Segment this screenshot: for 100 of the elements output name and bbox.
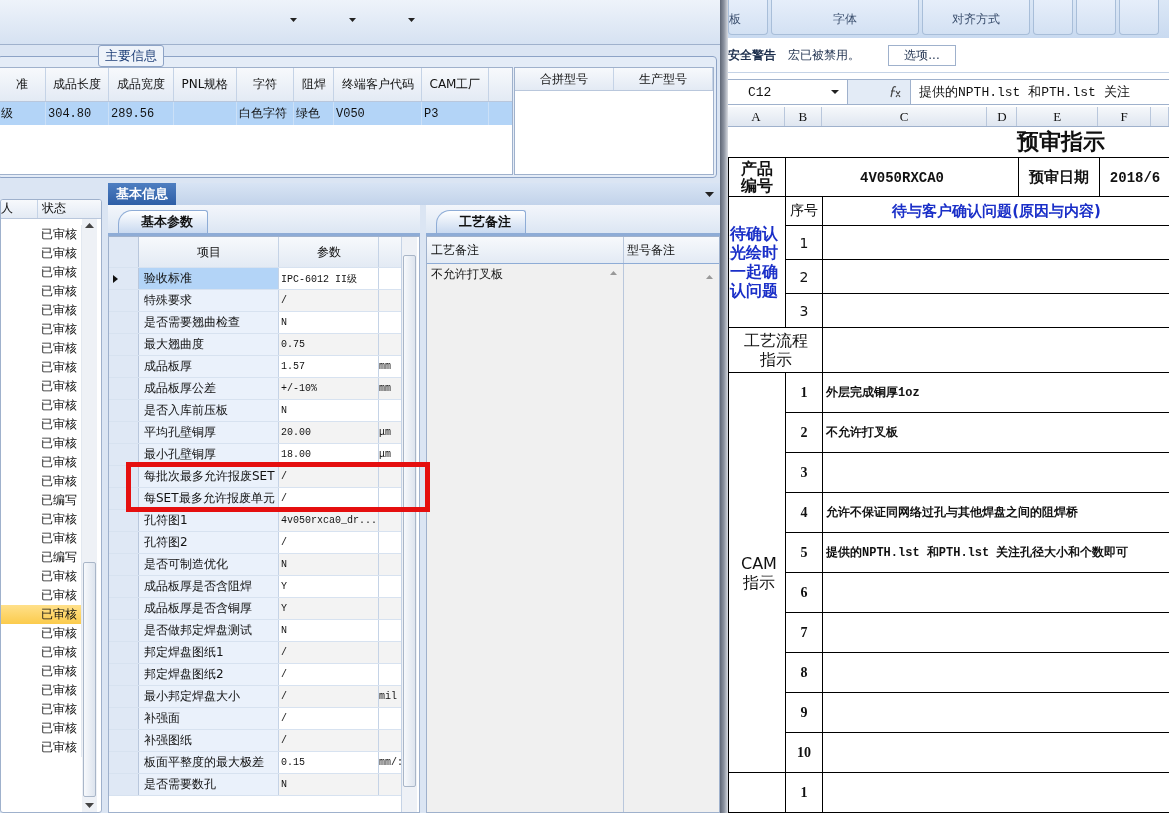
column-header[interactable]: 人: [1, 200, 38, 218]
function-icon[interactable]: [888, 86, 902, 98]
scrollbar[interactable]: [401, 237, 417, 812]
column-header[interactable]: F: [1098, 107, 1152, 126]
group-title: 主要信息: [98, 45, 164, 67]
column-header[interactable]: B: [784, 107, 822, 126]
column-header[interactable]: 准: [0, 68, 46, 101]
grid-row[interactable]: 板面平整度的最大极差 0.15 mm/:: [109, 752, 401, 774]
table-cell[interactable]: 每批次最多允许报废SET: [139, 466, 279, 487]
table-cell[interactable]: 特殊要求: [139, 290, 279, 311]
grid-row[interactable]: 邦定焊盘图纸2 /: [109, 664, 401, 686]
grid-row[interactable]: 最大翘曲度 0.75: [109, 334, 401, 356]
table-cell[interactable]: 是否做邦定焊盘测试: [139, 620, 279, 641]
table-cell: [379, 642, 401, 663]
grid-row[interactable]: 最小邦定焊盘大小 / mil: [109, 686, 401, 708]
table-cell[interactable]: 验收标准: [139, 268, 279, 289]
scroll-thumb[interactable]: [83, 562, 96, 797]
column-header[interactable]: 阻焊: [294, 68, 334, 101]
table-row[interactable]: 级 304.80 289.56 白色字符 绿色 V050 P3: [0, 102, 512, 125]
table-cell[interactable]: 是否需要翘曲检查: [139, 312, 279, 333]
row-number: 9: [800, 704, 808, 720]
column-header[interactable]: PNL规格: [174, 68, 237, 101]
table-cell[interactable]: 最大翘曲度: [139, 334, 279, 355]
table-cell: /: [279, 686, 379, 707]
table-cell[interactable]: 成品板厚: [139, 356, 279, 377]
table-cell[interactable]: 是否可制造优化: [139, 554, 279, 575]
instruction-text: 外层完成铜厚1oz: [826, 386, 920, 400]
grid-row[interactable]: 是否可制造优化 N: [109, 554, 401, 576]
options-button[interactable]: 选项...: [888, 44, 956, 66]
caret-icon[interactable]: [349, 18, 356, 22]
column-header[interactable]: 生产型号: [614, 68, 713, 90]
grid-row[interactable]: 验收标准 IPC-6012 II级: [109, 268, 401, 290]
column-header[interactable]: 型号备注: [624, 237, 719, 263]
table-cell[interactable]: 成品板厚公差: [139, 378, 279, 399]
column-header[interactable]: 工艺备注: [427, 237, 624, 263]
grid-row[interactable]: 补强图纸 /: [109, 730, 401, 752]
table-cell: /: [279, 532, 379, 553]
table-cell[interactable]: 成品板厚是否含铜厚: [139, 598, 279, 619]
grid-row[interactable]: 每批次最多允许报废SET /: [109, 466, 401, 488]
list-row[interactable]: 已审核: [1, 605, 82, 624]
grid-row[interactable]: 是否需要翘曲检查 N: [109, 312, 401, 334]
table-cell[interactable]: 最小邦定焊盘大小: [139, 686, 279, 707]
scroll-down-icon[interactable]: [85, 803, 94, 808]
grid-row[interactable]: 孔符图2 /: [109, 532, 401, 554]
table-cell[interactable]: 成品板厚是否含阻焊: [139, 576, 279, 597]
table-cell[interactable]: 邦定焊盘图纸2: [139, 664, 279, 685]
column-header[interactable]: E: [1017, 107, 1099, 126]
grid-row[interactable]: 成品板厚公差 +/-10% mm: [109, 378, 401, 400]
column-header[interactable]: 成品宽度: [109, 68, 174, 101]
name-box[interactable]: C12: [728, 80, 848, 104]
table-cell[interactable]: 是否入库前压板: [139, 400, 279, 421]
column-header[interactable]: 参数: [279, 237, 379, 267]
instruction-text: 不允许打叉板: [826, 426, 898, 440]
grid-row[interactable]: 成品板厚 1.57 mm: [109, 356, 401, 378]
table-cell[interactable]: 平均孔壁铜厚: [139, 422, 279, 443]
table-cell[interactable]: 每SET最多允许报废单元: [139, 488, 279, 509]
column-header[interactable]: D: [987, 107, 1018, 126]
grid-row[interactable]: 特殊要求 /: [109, 290, 401, 312]
instruction-text: 提供的NPTH.lst 和PTH.lst 关注孔径大小和个数即可: [826, 546, 1129, 560]
grid-row[interactable]: 平均孔壁铜厚 20.00 μm: [109, 422, 401, 444]
column-header[interactable]: 项目: [139, 237, 279, 267]
column-header: 序号: [790, 202, 818, 218]
caret-icon[interactable]: [831, 90, 839, 94]
column-header[interactable]: 合拼型号: [515, 68, 614, 90]
grid-row[interactable]: 孔符图1 4v050rxca0_dr...: [109, 510, 401, 532]
grid-row[interactable]: 是否需要数孔 N: [109, 774, 401, 796]
formula-field[interactable]: 提供的NPTH.lst 和PTH.lst 关注: [910, 80, 1169, 104]
table-cell[interactable]: 补强面: [139, 708, 279, 729]
grid-row[interactable]: 成品板厚是否含阻焊 Y: [109, 576, 401, 598]
grid-row[interactable]: 成品板厚是否含铜厚 Y: [109, 598, 401, 620]
table-cell[interactable]: 孔符图2: [139, 532, 279, 553]
row-header[interactable]: [109, 268, 139, 289]
column-header[interactable]: 状态: [38, 200, 86, 218]
caret-icon[interactable]: [705, 191, 714, 197]
scroll-up-icon[interactable]: [85, 223, 94, 228]
table-cell[interactable]: 邦定焊盘图纸1: [139, 642, 279, 663]
grid-row[interactable]: 是否做邦定焊盘测试 N: [109, 620, 401, 642]
grid-row[interactable]: 是否入库前压板 N: [109, 400, 401, 422]
tab[interactable]: 基本参数: [118, 210, 208, 233]
column-header[interactable]: 终端客户代码: [334, 68, 422, 101]
scrollbar[interactable]: [82, 219, 97, 812]
column-header[interactable]: 字符: [237, 68, 294, 101]
row-pointer-icon: [113, 274, 118, 283]
grid-row[interactable]: 补强面 /: [109, 708, 401, 730]
table-cell[interactable]: 板面平整度的最大极差: [139, 752, 279, 773]
grid-row[interactable]: 邦定焊盘图纸1 /: [109, 642, 401, 664]
row-number: 1: [800, 384, 808, 400]
column-header[interactable]: 成品长度: [46, 68, 109, 101]
caret-icon[interactable]: [290, 18, 297, 22]
grid-row[interactable]: 最小孔壁铜厚 18.00 μm: [109, 444, 401, 466]
panel-tab[interactable]: 基本信息: [108, 183, 176, 205]
table-cell[interactable]: 孔符图1: [139, 510, 279, 531]
table-cell: Y: [279, 598, 379, 619]
tab[interactable]: 工艺备注: [436, 210, 526, 233]
column-header[interactable]: C: [821, 107, 988, 126]
caret-icon[interactable]: [408, 18, 415, 22]
table-cell[interactable]: 补强图纸: [139, 730, 279, 751]
column-header[interactable]: A: [728, 107, 785, 126]
table-cell[interactable]: 是否需要数孔: [139, 774, 279, 795]
column-header[interactable]: CAM工厂: [422, 68, 489, 101]
